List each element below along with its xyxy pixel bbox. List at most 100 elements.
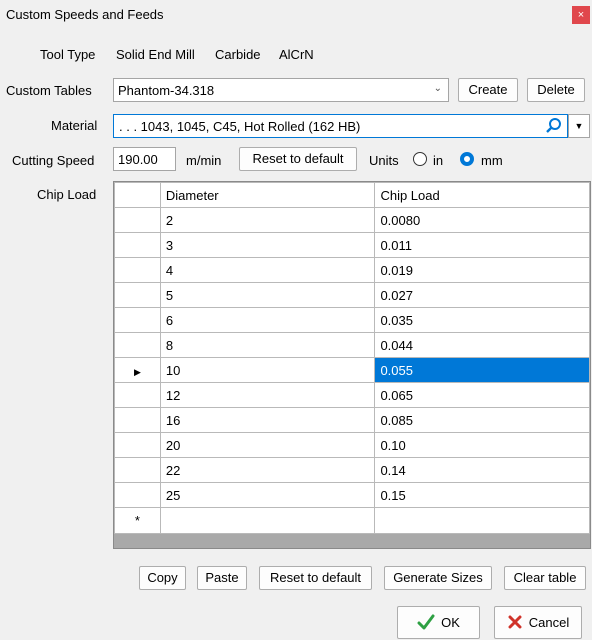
column-header-chip-load[interactable]: Chip Load [374,182,590,208]
header-row: Diameter Chip Load [114,182,590,208]
chip-load-cell[interactable]: 0.019 [374,257,590,283]
column-header-diameter[interactable]: Diameter [159,182,376,208]
chip-load-cell[interactable]: 0.035 [374,307,590,333]
chip-load-cell[interactable]: 0.15 [374,482,590,508]
diameter-cell[interactable]: 20 [159,432,376,458]
chip-load-cell[interactable]: 0.011 [374,232,590,258]
row-header[interactable] [114,232,161,258]
row-header[interactable] [114,307,161,333]
chip-load-grid[interactable]: Diameter Chip Load 2 0.0080 3 0.011 4 0.019 5 0… [113,181,591,549]
row-header[interactable] [114,407,161,433]
tool-type-material: Carbide [215,47,261,62]
new-row-icon: * [134,513,140,528]
cutting-speed-label: Cutting Speed [12,153,95,168]
chip-load-cell[interactable]: 0.065 [374,382,590,408]
row-header[interactable] [114,257,161,283]
generate-sizes-button[interactable]: Generate Sizes [384,566,492,590]
chip-load-label: Chip Load [37,187,97,202]
unit-mm-label: mm [481,153,503,168]
unit-in-label: in [433,153,444,168]
copy-button[interactable]: Copy [139,566,186,590]
row-header[interactable] [114,482,161,508]
tool-type-label: Tool Type [40,47,96,62]
title-bar: Custom Speeds and Feeds × [0,0,592,30]
unit-mm-radio[interactable] [460,152,474,166]
table-row[interactable]: 4 0.019 [114,257,590,283]
table-row[interactable]: 8 0.044 [114,332,590,358]
row-header[interactable] [114,332,161,358]
diameter-cell[interactable]: 16 [159,407,376,433]
new-row[interactable]: * [114,507,590,534]
row-header[interactable] [114,382,161,408]
row-header[interactable] [114,282,161,308]
cutting-speed-value: 190.00 [118,152,158,167]
diameter-cell[interactable]: 10 [159,357,376,383]
unit-in-radio[interactable] [413,152,427,166]
material-label: Material [51,118,98,133]
units-label: Units [369,153,399,168]
material-dropdown-button[interactable]: ▼ [568,114,590,138]
chip-load-cell[interactable]: 0.027 [374,282,590,308]
reset-speed-button[interactable]: Reset to default [239,147,357,171]
current-row-icon: ▶ [133,366,141,377]
custom-tables-selected: Phantom-34.318 [118,83,215,98]
chip-load-cell[interactable]: 0.0080 [374,207,590,233]
window-title: Custom Speeds and Feeds [6,7,164,22]
chip-load-cell[interactable]: 0.085 [374,407,590,433]
diameter-cell[interactable]: 6 [159,307,376,333]
table-row[interactable]: 16 0.085 [114,407,590,433]
table-row[interactable]: 5 0.027 [114,282,590,308]
row-header[interactable] [114,457,161,483]
diameter-cell[interactable]: 2 [159,207,376,233]
table-row[interactable]: 6 0.035 [114,307,590,333]
close-icon: × [577,9,585,21]
row-header[interactable]: ▶ [114,357,161,383]
chip-load-table: Diameter Chip Load 2 0.0080 3 0.011 4 0.019 5 0… [114,182,590,534]
chip-load-cell[interactable]: 0.10 [374,432,590,458]
table-row[interactable]: 2 0.0080 [114,207,590,233]
new-row-header[interactable]: * [114,507,161,534]
cancel-label: Cancel [528,615,570,630]
chip-load-cell[interactable]: 0.14 [374,457,590,483]
diameter-cell[interactable]: 12 [159,382,376,408]
delete-button[interactable]: Delete [527,78,585,102]
chip-load-cell[interactable] [374,507,590,534]
diameter-cell[interactable]: 3 [159,232,376,258]
check-icon [417,614,435,630]
table-row[interactable]: 20 0.10 [114,432,590,458]
ok-label: OK [441,615,460,630]
search-icon[interactable] [545,117,563,135]
custom-tables-label: Custom Tables [6,83,92,98]
ok-button[interactable]: OK [397,606,480,639]
reset-table-button[interactable]: Reset to default [259,566,372,590]
material-value: . . . 1043, 1045, C45, Hot Rolled (162 H… [119,119,361,134]
row-header[interactable] [114,432,161,458]
create-button[interactable]: Create [458,78,518,102]
table-row[interactable]: ▶ 10 0.055 [114,357,590,383]
diameter-cell[interactable]: 5 [159,282,376,308]
custom-tables-select[interactable]: Phantom-34.318 ⌄ [113,78,449,102]
cancel-button[interactable]: Cancel [494,606,582,639]
triangle-down-icon: ▼ [574,121,584,131]
table-row[interactable]: 22 0.14 [114,457,590,483]
tool-type-shape: Solid End Mill [116,47,195,62]
row-header-corner [114,182,161,208]
table-row[interactable]: 12 0.065 [114,382,590,408]
diameter-cell[interactable]: 22 [159,457,376,483]
paste-button[interactable]: Paste [197,566,247,590]
diameter-cell[interactable]: 4 [159,257,376,283]
tool-type-coating: AlCrN [279,47,314,62]
chip-load-cell[interactable]: 0.055 [374,357,590,383]
close-button[interactable]: × [572,6,590,24]
table-row[interactable]: 25 0.15 [114,482,590,508]
chevron-down-icon: ⌄ [433,83,442,94]
diameter-cell[interactable] [159,507,376,534]
table-row[interactable]: 3 0.011 [114,232,590,258]
material-field[interactable]: . . . 1043, 1045, C45, Hot Rolled (162 H… [113,114,568,138]
clear-table-button[interactable]: Clear table [504,566,586,590]
row-header[interactable] [114,207,161,233]
cutting-speed-input[interactable]: 190.00 [113,147,176,171]
chip-load-cell[interactable]: 0.044 [374,332,590,358]
diameter-cell[interactable]: 8 [159,332,376,358]
diameter-cell[interactable]: 25 [159,482,376,508]
